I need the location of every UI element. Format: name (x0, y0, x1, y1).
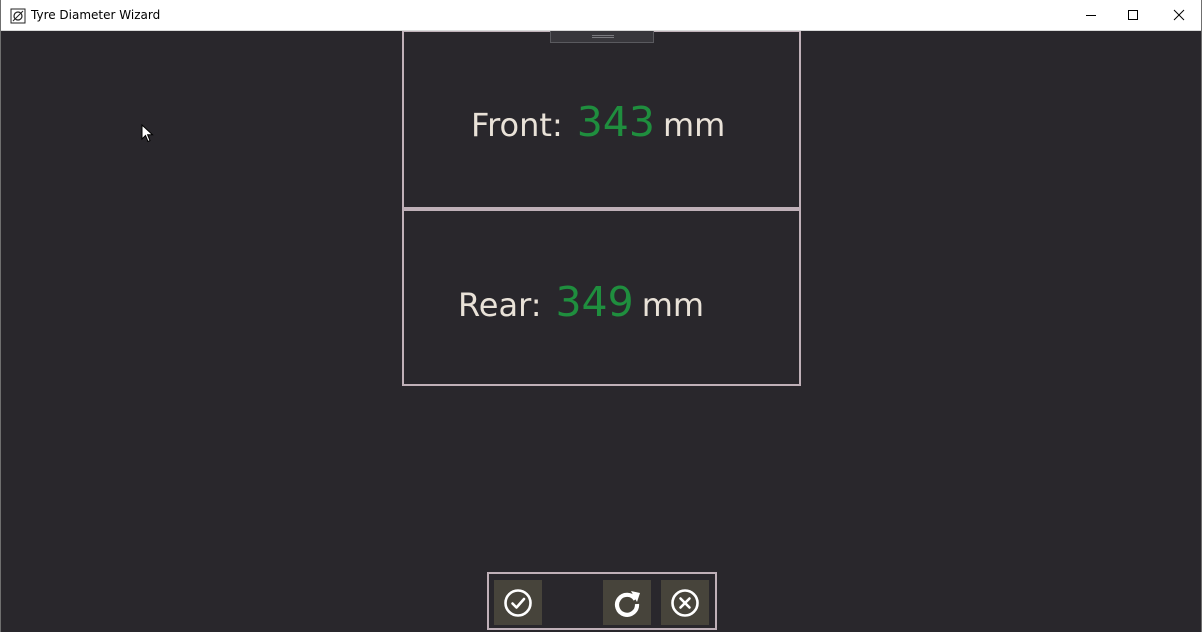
minimize-button[interactable] (1068, 0, 1114, 30)
refresh-icon (614, 591, 640, 617)
app-window: Tyre Diameter Wizard Front: 343 mm Rear:… (0, 0, 1202, 632)
close-button[interactable] (1156, 0, 1201, 30)
retry-button[interactable] (603, 580, 651, 625)
maximize-button[interactable] (1110, 0, 1156, 30)
close-icon (1173, 9, 1185, 21)
rear-label: Rear: (458, 286, 542, 324)
rear-reading: Rear: 349 mm (458, 278, 704, 326)
accept-button[interactable] (494, 580, 542, 625)
rear-panel: Rear: 349 mm (402, 209, 801, 386)
grip-icon (592, 35, 614, 38)
front-label: Front: (471, 106, 563, 144)
front-reading: Front: 343 mm (471, 98, 725, 146)
front-value: 343 (576, 98, 655, 146)
cancel-button[interactable] (661, 580, 709, 625)
rear-value: 349 (555, 278, 634, 326)
app-icon (10, 8, 26, 24)
minimize-icon (1086, 15, 1096, 16)
front-unit: mm (662, 106, 726, 144)
check-circle-icon (504, 589, 532, 617)
maximize-icon (1128, 10, 1138, 20)
window-title: Tyre Diameter Wizard (31, 8, 161, 22)
mouse-cursor-icon (141, 124, 154, 143)
drag-handle[interactable] (550, 31, 654, 43)
title-bar[interactable]: Tyre Diameter Wizard (1, 0, 1201, 31)
x-circle-icon (671, 589, 699, 617)
front-panel: Front: 343 mm (402, 31, 801, 209)
rear-unit: mm (641, 286, 705, 324)
action-bar (487, 572, 717, 630)
